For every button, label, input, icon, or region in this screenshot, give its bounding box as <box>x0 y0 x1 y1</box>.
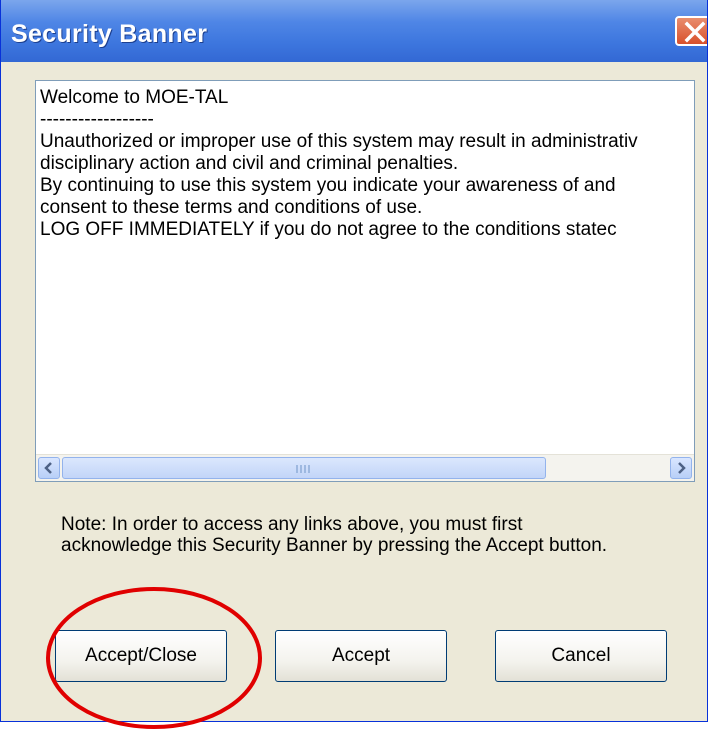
grip-icon <box>296 465 310 473</box>
chevron-left-icon <box>44 462 52 474</box>
accept-close-button[interactable]: Accept/Close <box>55 630 227 682</box>
scroll-left-button[interactable] <box>38 457 60 479</box>
banner-text: Welcome to MOE-TAL ------------------ Un… <box>40 87 694 241</box>
scroll-right-button[interactable] <box>670 457 692 479</box>
banner-text-area[interactable]: Welcome to MOE-TAL ------------------ Un… <box>35 80 695 482</box>
accept-button[interactable]: Accept <box>275 630 447 682</box>
banner-line: ------------------ <box>40 109 154 130</box>
banner-line: By continuing to use this system you ind… <box>40 175 616 196</box>
banner-line: Unauthorized or improper use of this sys… <box>40 131 638 152</box>
chevron-right-icon <box>678 462 686 474</box>
scrollbar-thumb[interactable] <box>62 457 546 479</box>
banner-line: Welcome to MOE-TAL <box>40 87 229 108</box>
note-text: Note: In order to access any links above… <box>61 514 608 556</box>
window-title: Security Banner <box>11 20 208 48</box>
horizontal-scrollbar[interactable] <box>36 454 694 481</box>
cancel-button[interactable]: Cancel <box>495 630 667 682</box>
close-icon <box>684 21 706 43</box>
close-button[interactable] <box>675 16 707 46</box>
banner-line: LOG OFF IMMEDIATELY if you do not agree … <box>40 219 617 240</box>
security-banner-dialog: Security Banner Welcome to MOE-TAL -----… <box>0 0 708 722</box>
title-bar[interactable]: Security Banner <box>1 0 707 62</box>
banner-line: consent to these terms and conditions of… <box>40 197 423 218</box>
banner-line: disciplinary action and civil and crimin… <box>40 153 459 174</box>
